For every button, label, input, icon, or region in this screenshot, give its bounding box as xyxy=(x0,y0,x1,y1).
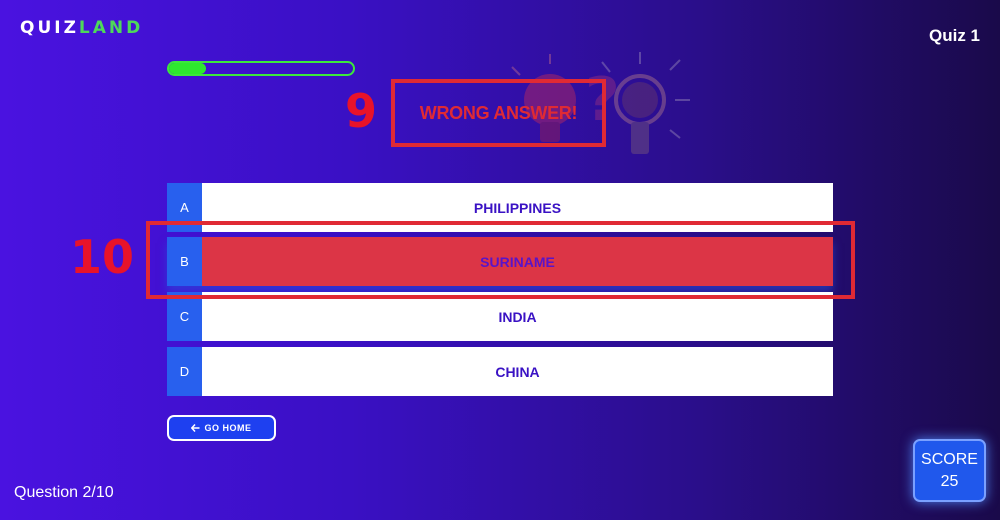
progress-bar-fill xyxy=(169,63,206,74)
quiz-title: Quiz 1 xyxy=(928,26,980,45)
go-home-label: GO HOME xyxy=(204,423,252,433)
annotation-marker-9: 9 xyxy=(345,84,378,138)
logo-quiz-text: QUIZ xyxy=(20,18,79,38)
score-badge: SCORE 25 xyxy=(913,439,986,502)
answer-text: INDIA xyxy=(202,292,833,341)
go-home-button[interactable]: GO HOME xyxy=(167,415,276,441)
app-logo: QUIZLAND xyxy=(20,18,143,38)
answer-letter: C xyxy=(167,292,202,341)
feedback-box: WRONG ANSWER! xyxy=(391,79,606,147)
annotation-marker-10: 10 xyxy=(70,230,135,284)
logo-land-text: LAND xyxy=(78,18,144,38)
answer-option-c[interactable]: C INDIA xyxy=(167,292,833,341)
arrow-left-icon xyxy=(191,424,200,432)
answer-text: CHINA xyxy=(202,347,833,396)
answer-option-d[interactable]: D CHINA xyxy=(167,347,833,396)
score-label: SCORE xyxy=(921,450,978,468)
question-counter: Question 2/10 xyxy=(14,484,114,501)
highlight-box xyxy=(146,221,855,299)
score-value: 25 xyxy=(940,472,959,490)
progress-bar xyxy=(167,61,355,76)
feedback-text: WRONG ANSWER! xyxy=(419,102,578,123)
answer-letter: D xyxy=(167,347,202,396)
